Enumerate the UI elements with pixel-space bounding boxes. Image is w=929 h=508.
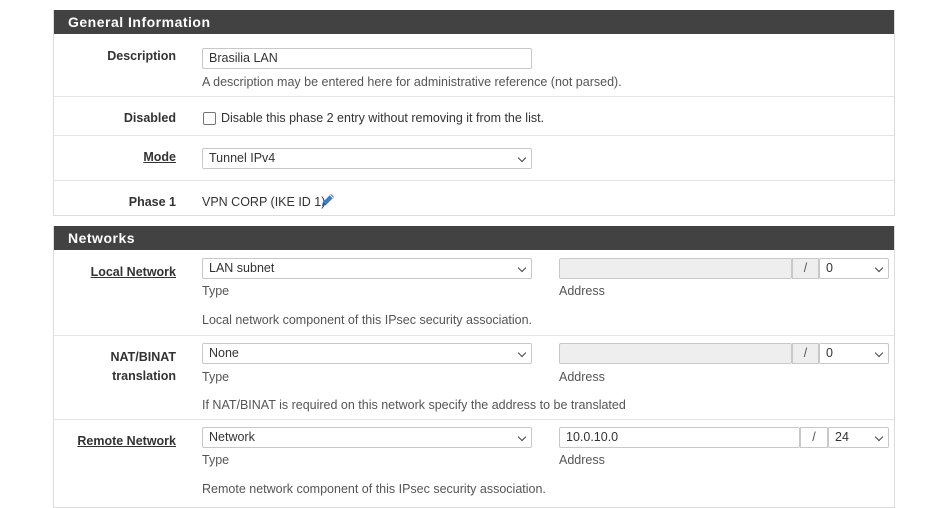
nat-binat-slash: / [792,343,819,364]
disabled-label: Disabled [123,111,176,125]
nat-binat-label-line2: translation [112,369,176,383]
description-input[interactable]: Brasilia LAN [202,48,532,69]
description-row: Description Brasilia LAN A description m… [54,34,894,96]
local-network-mask-select[interactable]: 0 [819,258,889,279]
nat-binat-mask-select[interactable]: 0 [819,343,889,364]
local-network-label: Local Network [90,265,176,279]
local-network-help: Local network component of this IPsec se… [202,313,533,327]
remote-network-address-caption: Address [559,453,605,467]
general-information-heading: General Information [54,10,894,34]
disabled-row: Disabled Disable this phase 2 entry with… [54,96,894,135]
mode-row: Mode Tunnel IPv4 [54,135,894,180]
remote-network-type-select[interactable]: Network [202,427,532,448]
remote-network-slash: / [800,427,828,448]
description-help: A description may be entered here for ad… [202,75,622,89]
remote-network-mask-select[interactable]: 24 [828,427,889,448]
nat-binat-row: NAT/BINAT translation None Type / 0 Addr… [54,335,894,419]
networks-panel: Networks Local Network LAN subnet Type /… [53,226,895,508]
mode-select[interactable]: Tunnel IPv4 [202,148,532,169]
mode-label: Mode [143,150,176,164]
local-network-row: Local Network LAN subnet Type / 0 Addres… [54,250,894,335]
phase1-row: Phase 1 VPN CORP (IKE ID 1) [54,180,894,216]
disabled-checkbox[interactable] [203,112,216,125]
local-network-address-caption: Address [559,284,605,298]
remote-network-address-input[interactable]: 10.0.10.0 [559,427,800,448]
remote-network-help: Remote network component of this IPsec s… [202,482,546,496]
local-network-slash: / [792,258,819,279]
nat-binat-label: NAT/BINAT translation [111,348,177,386]
remote-network-type-caption: Type [202,453,230,467]
local-network-address-input[interactable] [559,258,792,279]
phase1-value: VPN CORP (IKE ID 1) [202,195,326,209]
nat-binat-help: If NAT/BINAT is required on this network… [202,398,626,412]
phase1-label: Phase 1 [128,195,176,209]
nat-binat-address-caption: Address [559,370,605,384]
pencil-icon[interactable] [320,192,336,208]
nat-binat-type-select[interactable]: None [202,343,532,364]
remote-network-label: Remote Network [77,434,176,448]
general-information-panel: General Information Description Brasilia… [53,10,895,216]
local-network-type-caption: Type [202,284,230,298]
networks-heading: Networks [54,226,894,250]
disabled-checkbox-label[interactable]: Disable this phase 2 entry without remov… [221,111,544,125]
description-label: Description [107,49,176,63]
local-network-type-select[interactable]: LAN subnet [202,258,532,279]
nat-binat-label-line1: NAT/BINAT [110,350,177,364]
nat-binat-type-caption: Type [202,370,230,384]
remote-network-row: Remote Network Network Type 10.0.10.0 / … [54,419,894,506]
nat-binat-address-input[interactable] [559,343,792,364]
